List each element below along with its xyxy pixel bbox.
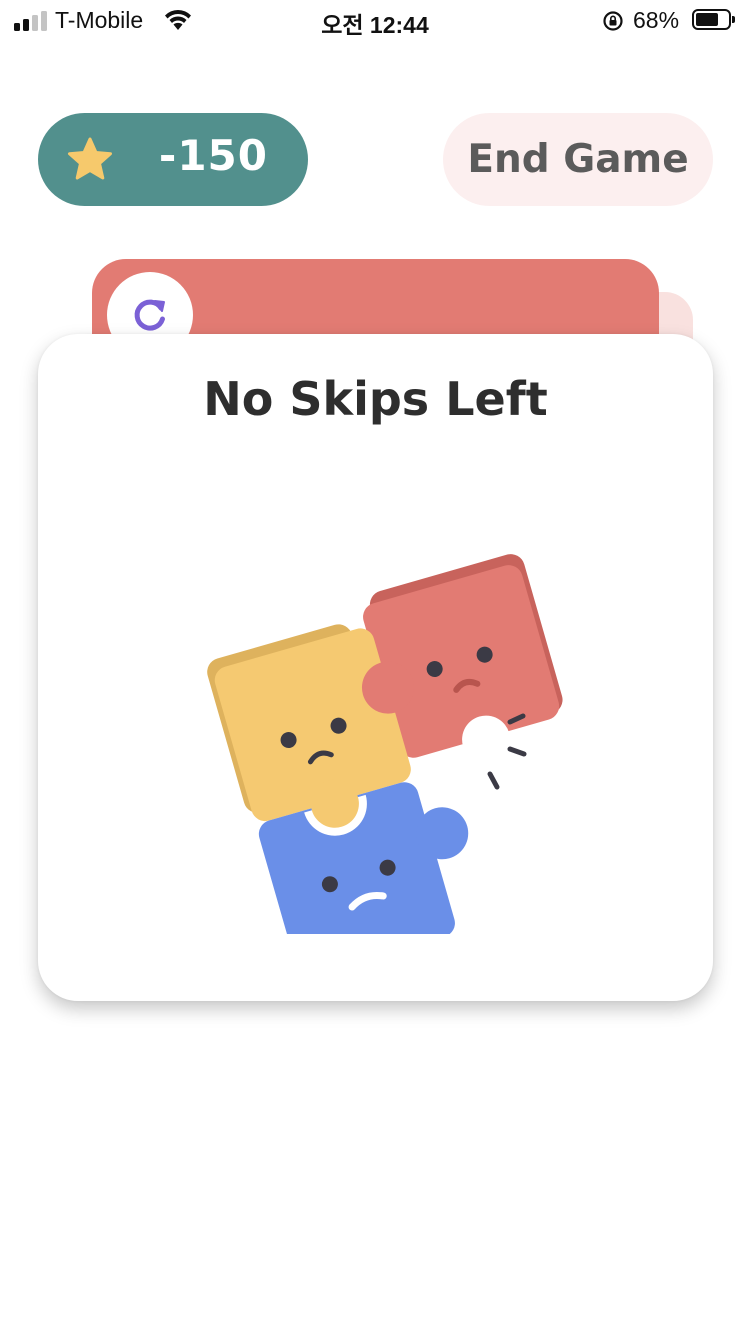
sad-puzzle-illustration	[207, 554, 563, 934]
dialog-title: No Skips Left	[203, 372, 548, 426]
score-value: -150	[158, 131, 268, 180]
score-pill: -150	[38, 113, 308, 206]
refresh-icon	[134, 299, 165, 331]
no-skips-dialog: No Skips Left	[38, 334, 713, 1001]
battery-percent: 68%	[633, 7, 680, 33]
star-icon	[68, 137, 112, 180]
battery-icon	[692, 9, 735, 30]
end-game-button[interactable]: End Game	[443, 113, 713, 206]
orientation-lock-icon	[603, 11, 623, 31]
status-bar: T-Mobile 오전 12:44 68%	[0, 0, 750, 40]
